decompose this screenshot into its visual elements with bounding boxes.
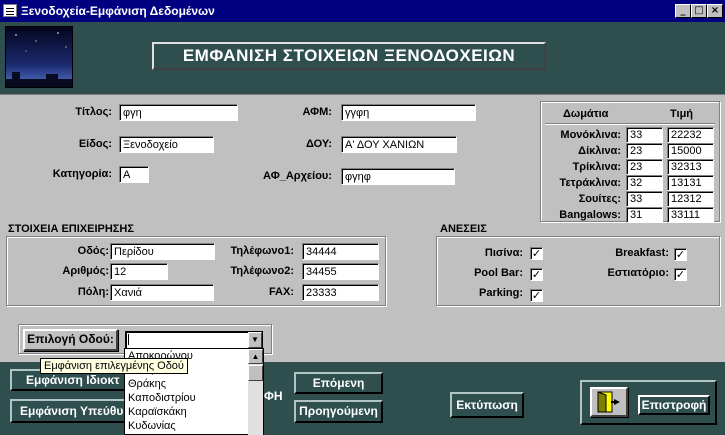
archive-label: ΑΦ_Αρχείου:	[263, 170, 332, 182]
fax-field[interactable]: 23333	[302, 284, 379, 301]
list-item[interactable]: Κυδωνίας	[128, 420, 176, 432]
previous-button[interactable]: Προηγούμενη	[294, 400, 383, 423]
doy-label: ΔΟΥ:	[305, 138, 332, 150]
phone2-label: Τηλέφωνο2:	[230, 265, 294, 277]
minimize-button[interactable]: _	[675, 4, 691, 18]
breakfast-label: Breakfast:	[615, 247, 669, 259]
room-price-field[interactable]: 15000	[667, 143, 714, 159]
hidden-label-fragment: ΦΗ	[264, 389, 283, 403]
room-count-field[interactable]: 31	[626, 207, 663, 223]
price-column-header: Τιμή	[670, 108, 694, 120]
header-divider	[545, 123, 715, 124]
number-label: Αριθμός:	[62, 265, 109, 277]
phone1-field[interactable]: 34444	[302, 243, 379, 260]
room-type-label: Μονόκλινα:	[560, 129, 621, 141]
city-field[interactable]: Χανιά	[110, 284, 214, 301]
room-type-label: Τετράκλινα:	[559, 177, 621, 189]
fax-label: FAX:	[268, 286, 294, 298]
print-button[interactable]: Εκτύπωση	[450, 392, 524, 418]
category-label: Κατηγορία:	[52, 168, 112, 180]
room-count-field[interactable]: 33	[626, 127, 663, 143]
street-combobox[interactable]	[125, 331, 263, 349]
parking-checkbox[interactable]: ✓	[530, 289, 543, 302]
room-price-field[interactable]: 33111	[667, 207, 714, 223]
type-field[interactable]: Ξενοδοχείο	[119, 136, 214, 153]
afm-field[interactable]: γγφη	[341, 104, 476, 121]
parking-label: Parking:	[478, 287, 523, 299]
room-count-field[interactable]: 33	[626, 191, 663, 207]
tooltip: Εμφάνιση επιλεγμένης Οδού	[40, 358, 188, 374]
page-title: ΕΜΦΑΝΙΣΗ ΣΤΟΙΧΕΙΩΝ ΞΕΝΟΔΟΧΕΙΩΝ	[152, 42, 546, 70]
pool-label: Πισίνα:	[484, 247, 523, 259]
exit-door-icon[interactable]	[590, 387, 628, 417]
return-button[interactable]: Επιστροφή	[638, 395, 710, 415]
amenities-box: Πισίνα: ✓ Pool Bar: ✓ Parking: ✓ Breakfa…	[436, 236, 720, 306]
room-count-field[interactable]: 23	[626, 143, 663, 159]
dropdown-arrow-icon[interactable]: ▼	[248, 332, 262, 348]
window-title: Ξενοδοχεία-Εμφάνιση Δεδομένων	[21, 4, 215, 18]
room-price-field[interactable]: 32313	[667, 159, 714, 175]
restaurant-checkbox[interactable]: ✓	[674, 268, 687, 281]
room-price-field[interactable]: 12312	[667, 191, 714, 207]
phone2-field[interactable]: 34455	[302, 263, 379, 280]
maximize-button[interactable]: □	[691, 4, 707, 18]
phone1-label: Τηλέφωνο1:	[230, 245, 294, 257]
title-label: Τίτλος:	[75, 106, 112, 118]
hotel-logo-image	[5, 26, 73, 88]
number-field[interactable]: 12	[110, 263, 168, 280]
header-band: ΕΜΦΑΝΙΣΗ ΣΤΟΙΧΕΙΩΝ ΞΕΝΟΔΟΧΕΙΩΝ	[0, 22, 725, 94]
title-field[interactable]: φγη	[119, 104, 238, 121]
restaurant-label: Εστιατόριο:	[607, 267, 669, 279]
list-item[interactable]: Θράκης	[128, 378, 166, 390]
room-type-label: Δίκλινα:	[578, 145, 621, 157]
show-manager-button[interactable]: Εμφάνιση Υπεύθυ	[10, 399, 136, 423]
list-item[interactable]: Καραϊσκάκη	[128, 406, 187, 418]
room-type-label: Σουίτες:	[578, 193, 621, 205]
next-button[interactable]: Επόμενη	[294, 372, 383, 394]
city-label: Πόλη:	[77, 286, 109, 298]
room-price-field[interactable]: 13131	[667, 175, 714, 191]
poolbar-checkbox[interactable]: ✓	[530, 268, 543, 281]
room-price-field[interactable]: 22232	[667, 127, 714, 143]
street-field[interactable]: Περίδου	[110, 243, 215, 260]
afm-label: ΑΦΜ:	[302, 106, 332, 118]
room-count-field[interactable]: 23	[626, 159, 663, 175]
return-panel: Επιστροφή	[580, 380, 717, 425]
business-box: Οδός: Περίδου Αριθμός: 12 Πόλη: Χανιά Τη…	[6, 236, 386, 306]
type-label: Είδος:	[78, 138, 112, 150]
street-label: Οδός:	[77, 245, 109, 257]
scroll-up-icon[interactable]: ▲	[248, 349, 263, 364]
list-item[interactable]: Καποδιστρίου	[128, 392, 196, 404]
night-sky-logo	[6, 27, 72, 87]
doy-field[interactable]: Α' ΔΟΥ ΧΑΝΙΩΝ	[341, 136, 457, 153]
pool-checkbox[interactable]: ✓	[530, 247, 543, 260]
amenities-section-title: ΑΝΕΣΕΙΣ	[440, 223, 487, 235]
room-count-field[interactable]: 32	[626, 175, 663, 191]
close-button[interactable]: ×	[707, 4, 723, 18]
rooms-column-header: Δωμάτια	[563, 108, 609, 120]
archive-field[interactable]: φγηφ	[341, 168, 455, 185]
business-section-title: ΣΤΟΙΧΕΙΑ ΕΠΙΧΕΙΡΗΣΗΣ	[8, 223, 134, 235]
select-street-button[interactable]: Επιλογή Οδού:	[23, 329, 118, 351]
main-panel: Τίτλος: φγη Είδος: Ξενοδοχείο Κατηγορία:…	[0, 94, 725, 362]
category-field[interactable]: Α	[119, 166, 149, 183]
title-bar[interactable]: Ξενοδοχεία-Εμφάνιση Δεδομένων _ □ ×	[0, 0, 725, 22]
scroll-thumb[interactable]	[248, 365, 263, 381]
form-icon[interactable]	[3, 4, 17, 17]
text-cursor	[128, 334, 129, 345]
room-type-label: Bangalows:	[559, 209, 621, 221]
list-scrollbar[interactable]: ▲	[248, 349, 263, 435]
app-window: Ξενοδοχεία-Εμφάνιση Δεδομένων _ □ × ΕΜΦΑ…	[0, 0, 725, 435]
room-type-label: Τρίκλινα:	[572, 161, 621, 173]
rooms-box: Δωμάτια Τιμή Μονόκλινα: 33 22232 Δίκλινα…	[540, 101, 720, 223]
poolbar-label: Pool Bar:	[474, 267, 523, 279]
breakfast-checkbox[interactable]: ✓	[674, 248, 687, 261]
